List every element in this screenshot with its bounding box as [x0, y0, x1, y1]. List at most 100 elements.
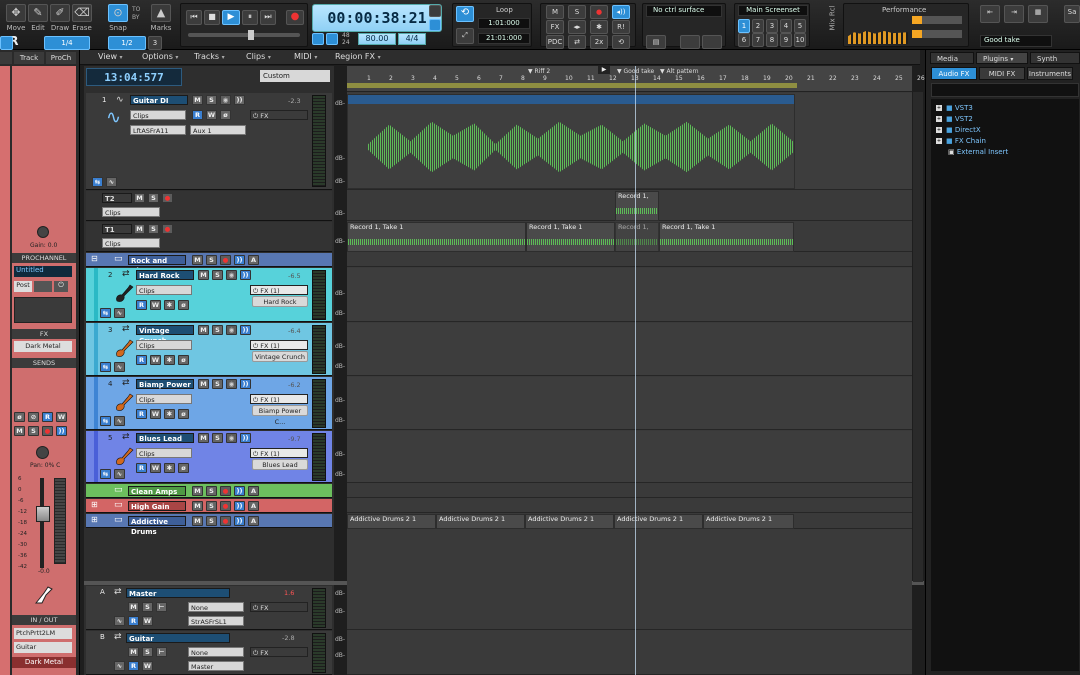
bpm-display[interactable]: 80.00 [358, 33, 396, 45]
track-volume[interactable]: -6.5 [288, 272, 301, 280]
bus-mute-button[interactable]: M [128, 602, 139, 612]
plugin-slot[interactable]: Biamp Power C... [252, 405, 308, 426]
read-button[interactable]: R [192, 110, 203, 120]
echo-button[interactable]: )) [234, 95, 245, 105]
menu-midi[interactable]: MIDI ▾ [294, 52, 317, 61]
clip-drums-2[interactable]: Addictive Drums 2 1 [436, 514, 525, 529]
track-automation-button[interactable]: ∿ [106, 177, 117, 187]
vertical-scrollbar[interactable] [913, 92, 923, 582]
inspector-track-name[interactable]: Dark Metal [12, 657, 76, 668]
folder-arm-button[interactable]: ● [220, 255, 231, 265]
input-dropdown[interactable]: LftASFrA11 [130, 125, 186, 135]
snap-extra[interactable]: 3 [148, 36, 162, 50]
scrubber-thumb[interactable] [248, 30, 254, 40]
inspector-fx-item[interactable]: Dark Metal [14, 341, 72, 352]
screenset-button[interactable]: 4 [780, 19, 792, 33]
menu-options[interactable]: Options ▾ [142, 52, 178, 61]
tool-mode-button[interactable] [0, 36, 13, 50]
inspector-tab-track[interactable]: Track [14, 52, 44, 64]
browser-subtab-midi-fx[interactable]: MIDI FX [979, 67, 1025, 80]
clip-take-t2[interactable]: Record 1, [615, 191, 659, 221]
save-button[interactable]: Sa [1064, 5, 1080, 23]
prochannel-power-button[interactable]: ⏻ [54, 281, 68, 292]
folder-archive-button[interactable]: A [248, 501, 259, 511]
track-view-dropdown[interactable]: Clips [136, 448, 192, 458]
folder-solo-button[interactable]: S [206, 501, 217, 511]
bus-name[interactable]: Master [126, 588, 230, 598]
echo-button[interactable]: )) [240, 325, 251, 335]
track-expand-button[interactable]: ⇆ [100, 308, 111, 318]
tree-item-fx-chain[interactable]: + ■ FX Chain [936, 137, 986, 145]
bus-phase-button[interactable]: ⊢ [156, 647, 167, 657]
bus-output-dropdown[interactable]: None [188, 602, 244, 612]
arm-automation-button[interactable]: ✱ [164, 300, 175, 310]
fx-bin[interactable]: ⏻ FX (1) [250, 394, 308, 404]
inspector-read-button[interactable]: R [42, 412, 53, 422]
take-lane-dropdown[interactable]: Clips [102, 207, 160, 217]
menu-view[interactable]: View ▾ [98, 52, 123, 61]
loop-extra-button[interactable]: ⤢ [456, 28, 474, 44]
control-surface-keyboard[interactable]: ▤ [646, 35, 666, 49]
folder-collapse-icon[interactable]: ⊟ [91, 254, 98, 263]
track-name[interactable]: Hard Rock [136, 270, 194, 280]
snap-value[interactable]: 1/2 [108, 36, 146, 50]
track-volume[interactable]: -2.3 [288, 97, 301, 105]
folder-name[interactable]: Clean Amps [128, 486, 186, 496]
read-button[interactable]: R [136, 409, 147, 419]
bus-write-button[interactable]: W [142, 661, 153, 671]
read-button[interactable]: R [136, 463, 147, 473]
rewind-button[interactable]: ⏮ [186, 10, 202, 25]
clip-drums-1[interactable]: Addictive Drums 2 1 [347, 514, 436, 529]
meter-display[interactable]: 4/4 [398, 33, 426, 45]
phase-button[interactable]: ø [178, 355, 189, 365]
clip-take-t1-d[interactable]: Record 1, Take 1 [659, 222, 794, 252]
arm-automation-button[interactable]: ✱ [164, 409, 175, 419]
take-arm-button[interactable]: ● [162, 193, 173, 203]
screenset-button[interactable]: 6 [738, 33, 750, 47]
input-select[interactable]: PtchPrtt2LM [14, 628, 72, 639]
phase-button[interactable]: ø [178, 409, 189, 419]
bus-phase-button[interactable]: ⊢ [156, 602, 167, 612]
take-solo-button[interactable]: S [148, 224, 159, 234]
snap-resolution[interactable]: 1/4 [44, 36, 90, 50]
browser-subtab-instruments[interactable]: Instruments [1027, 67, 1073, 80]
folder-mute-button[interactable]: M [192, 516, 203, 526]
arm-automation-button[interactable]: ✱ [164, 355, 175, 365]
solo-button[interactable]: S [212, 433, 223, 443]
output-select[interactable]: Guitar [14, 642, 72, 653]
folder-echo-button[interactable]: )) [234, 501, 245, 511]
transport-scrubber[interactable] [188, 30, 300, 40]
phase-button[interactable]: ø [220, 110, 231, 120]
bus-read-button[interactable]: R [128, 616, 139, 626]
marker-riff-2[interactable]: ▼ Riff 2 [528, 68, 550, 75]
mute-button[interactable]: M [198, 433, 209, 443]
bus-volume[interactable]: -2.8 [282, 634, 295, 642]
inspector-solo-button[interactable]: S [28, 426, 39, 436]
take-solo-button[interactable]: S [148, 193, 159, 203]
fx-bin[interactable]: ⏻ FX [250, 110, 308, 120]
menu-tracks[interactable]: Tracks ▾ [194, 52, 225, 61]
draw-tool-button[interactable]: ✐ [50, 4, 70, 22]
loop-toggle-button[interactable]: ⟲ [456, 6, 474, 22]
arm-automation-button[interactable]: ✱ [164, 463, 175, 473]
tree-item-vst3[interactable]: + ■ VST3 [936, 104, 973, 112]
clip-drums-5[interactable]: Addictive Drums 2 1 [703, 514, 794, 529]
folder-arm-button[interactable]: ● [220, 516, 231, 526]
mix-rec-button[interactable]: ● [590, 5, 608, 19]
track-expand-button[interactable]: ⇆ [100, 362, 111, 372]
edit-tool-button[interactable]: ✎ [28, 4, 48, 22]
browser-tab-plugins[interactable]: Plugins ▾ [976, 52, 1028, 64]
control-surface-a[interactable] [680, 35, 700, 49]
good-take-select[interactable]: Good take [980, 35, 1052, 47]
folder-arm-button[interactable]: ● [220, 501, 231, 511]
bus-output-dropdown[interactable]: None [188, 647, 244, 657]
inspector-phase-button[interactable]: ø [14, 412, 25, 422]
inspector-mute-button[interactable]: M [14, 426, 25, 436]
bus-solo-button[interactable]: S [142, 602, 153, 612]
post-button[interactable]: Post [14, 281, 32, 292]
arm-button[interactable]: ◉ [226, 433, 237, 443]
folder-clean-amps[interactable]: ▭ Clean Amps M S ● )) A [86, 484, 332, 498]
mix-automation-button[interactable]: ◂▸ [568, 20, 586, 34]
expand-icon[interactable]: + [936, 116, 942, 122]
zoom-left-button[interactable]: ⇤ [980, 5, 1000, 23]
